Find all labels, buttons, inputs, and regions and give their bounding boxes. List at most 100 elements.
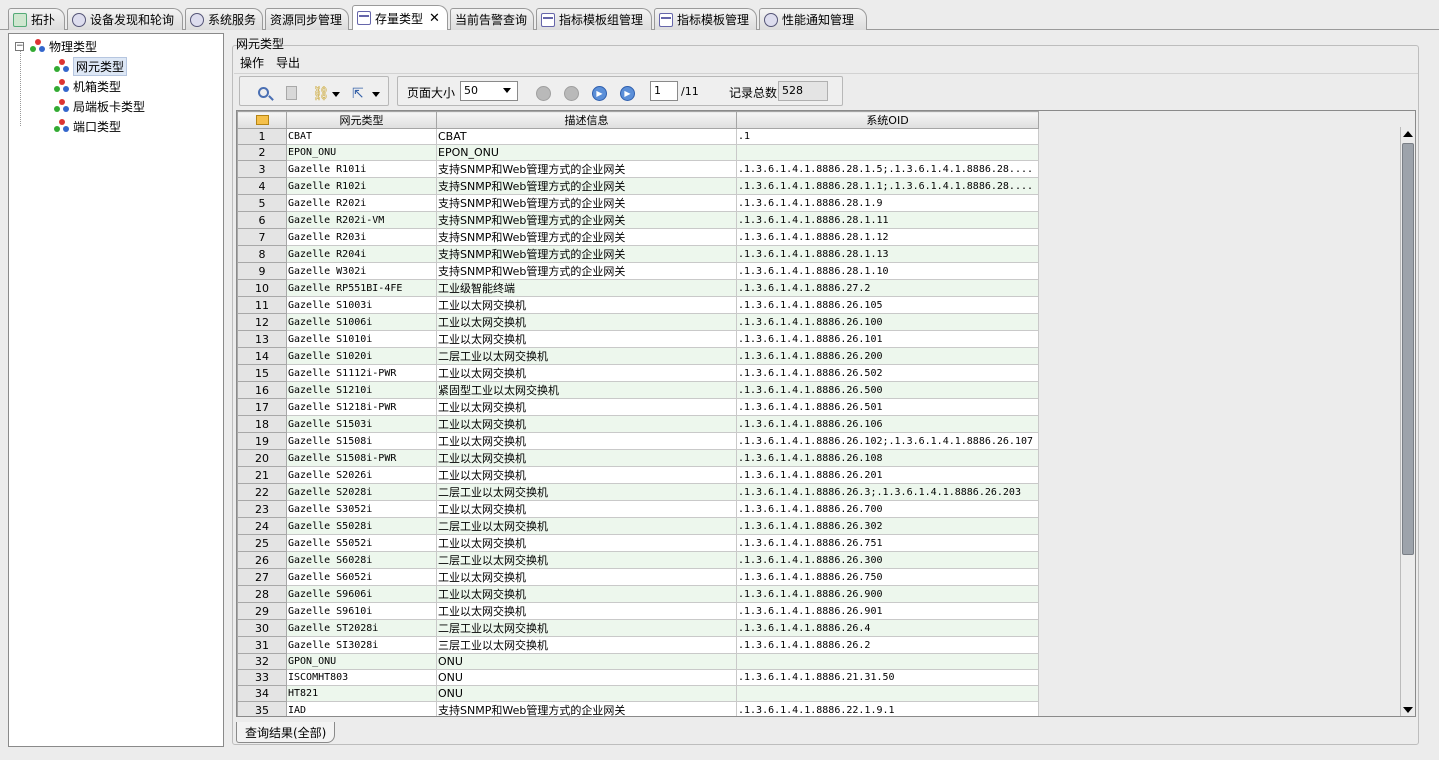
row-number: 24: [237, 517, 287, 535]
ne-type-table: 网元类型 描述信息 系统OID 1 CBAT CBAT .1 2 EPON_ONU EPON…: [236, 110, 1416, 717]
chevron-down-icon[interactable]: [372, 92, 380, 97]
table-row[interactable]: 23 Gazelle S3052i 工业以太网交换机 .1.3.6.1.4.1.888…: [237, 500, 1039, 518]
tree-node-ne-type[interactable]: 网元类型: [54, 56, 128, 76]
table-row[interactable]: 34 HT821 ONU: [237, 685, 1039, 702]
table-row[interactable]: 28 Gazelle S9606i 工业以太网交换机 .1.3.6.1.4.1.888…: [237, 585, 1039, 603]
query-results-tab[interactable]: 查询结果(全部): [236, 722, 336, 743]
table-row[interactable]: 31 Gazelle SI3028i 三层工业以太网交换机 .1.3.6.1.4.1.…: [237, 636, 1039, 654]
close-icon[interactable]: ✕: [429, 12, 440, 25]
row-number: 5: [237, 194, 287, 212]
scroll-thumb[interactable]: [1402, 143, 1414, 555]
tab-resource-sync[interactable]: 资源同步管理: [265, 8, 349, 30]
table-row[interactable]: 20 Gazelle S1508i-PWR 工业以太网交换机 .1.3.6.1.4.1…: [237, 449, 1039, 467]
column-header-ne-type[interactable]: 网元类型: [286, 111, 437, 129]
document-icon[interactable]: [286, 86, 297, 100]
table-row[interactable]: 35 IAD 支持SNMP和Web管理方式的企业网关 .1.3.6.1.4.1.888…: [237, 701, 1039, 716]
cell-ne-type: Gazelle S1006i: [286, 313, 437, 331]
row-number: 4: [237, 177, 287, 195]
menu-export[interactable]: 导出: [276, 54, 300, 71]
table-row[interactable]: 4 Gazelle R102i 支持SNMP和Web管理方式的企业网关 .1.3.6.…: [237, 177, 1039, 195]
table-row[interactable]: 32 GPON_ONU ONU: [237, 653, 1039, 670]
page-size-label: 页面大小: [407, 86, 456, 100]
cell-ne-type: Gazelle S2026i: [286, 466, 437, 484]
cell-ne-type: Gazelle S1003i: [286, 296, 437, 314]
tab-inventory-type[interactable]: 存量类型 ✕: [352, 5, 448, 30]
tree-node-port-type[interactable]: 端口类型: [54, 117, 121, 135]
cell-description: 工业以太网交换机: [436, 415, 737, 433]
cell-oid: .1.3.6.1.4.1.8886.28.1.1;.1.3.6.1.4.1.88…: [736, 177, 1039, 195]
table-row[interactable]: 6 Gazelle R202i-VM 支持SNMP和Web管理方式的企业网关 .1.3…: [237, 211, 1039, 229]
table-row[interactable]: 14 Gazelle S1020i 二层工业以太网交换机 .1.3.6.1.4.1.8…: [237, 347, 1039, 365]
table-row[interactable]: 3 Gazelle R101i 支持SNMP和Web管理方式的企业网关 .1.3.6.…: [237, 160, 1039, 178]
table-row[interactable]: 21 Gazelle S2026i 工业以太网交换机 .1.3.6.1.4.1.888…: [237, 466, 1039, 484]
chevron-down-icon[interactable]: [332, 92, 340, 97]
row-number: 18: [237, 415, 287, 433]
table-row[interactable]: 18 Gazelle S1503i 工业以太网交换机 .1.3.6.1.4.1.888…: [237, 415, 1039, 433]
tab-label: 拓扑: [31, 13, 56, 27]
menu-operate[interactable]: 操作: [240, 54, 264, 71]
tab-performance-notify[interactable]: 性能通知管理: [759, 8, 867, 30]
tab-device-discovery[interactable]: 设备发现和轮询: [67, 8, 183, 30]
tree-node-physical-type[interactable]: − 物理类型: [15, 37, 97, 55]
table-row[interactable]: 25 Gazelle S5052i 工业以太网交换机 .1.3.6.1.4.1.888…: [237, 534, 1039, 552]
toolbar-actions-group: ⛓ ⇱: [239, 76, 389, 106]
table-row[interactable]: 24 Gazelle S5028i 二层工业以太网交换机 .1.3.6.1.4.1.8…: [237, 517, 1039, 535]
tab-metric-template[interactable]: 指标模板管理: [654, 8, 757, 30]
menu-bar: 操作 导出: [234, 52, 1418, 72]
next-page-button[interactable]: ▶: [592, 86, 607, 101]
tab-topology[interactable]: 拓扑: [8, 8, 65, 30]
current-page-input[interactable]: 1: [650, 81, 678, 101]
tab-system-service[interactable]: 系统服务: [185, 8, 263, 30]
search-icon[interactable]: [258, 87, 269, 98]
cell-ne-type: Gazelle R203i: [286, 228, 437, 246]
row-number: 14: [237, 347, 287, 365]
tab-label: 系统服务: [208, 13, 257, 27]
row-number-header[interactable]: [237, 111, 287, 129]
table-row[interactable]: 16 Gazelle S1210i 紧固型工业以太网交换机 .1.3.6.1.4.1.…: [237, 381, 1039, 399]
table-row[interactable]: 27 Gazelle S6052i 工业以太网交换机 .1.3.6.1.4.1.888…: [237, 568, 1039, 586]
table-row[interactable]: 22 Gazelle S2028i 二层工业以太网交换机 .1.3.6.1.4.1.8…: [237, 483, 1039, 501]
cell-ne-type: Gazelle R204i: [286, 245, 437, 263]
tree-node-chassis-type[interactable]: 机箱类型: [54, 77, 121, 95]
table-row[interactable]: 29 Gazelle S9610i 工业以太网交换机 .1.3.6.1.4.1.888…: [237, 602, 1039, 620]
vertical-scrollbar[interactable]: [1400, 127, 1415, 716]
table-row[interactable]: 17 Gazelle S1218i-PWR 工业以太网交换机 .1.3.6.1.4.1…: [237, 398, 1039, 416]
row-number: 2: [237, 144, 287, 161]
tab-metric-template-group[interactable]: 指标模板组管理: [536, 8, 652, 30]
table-row[interactable]: 26 Gazelle S6028i 二层工业以太网交换机 .1.3.6.1.4.1.8…: [237, 551, 1039, 569]
scroll-up-icon[interactable]: [1403, 131, 1413, 137]
table-row[interactable]: 5 Gazelle R202i 支持SNMP和Web管理方式的企业网关 .1.3.6.…: [237, 194, 1039, 212]
table-row[interactable]: 8 Gazelle R204i 支持SNMP和Web管理方式的企业网关 .1.3.6.…: [237, 245, 1039, 263]
table-row[interactable]: 9 Gazelle W302i 支持SNMP和Web管理方式的企业网关 .1.3.6.…: [237, 262, 1039, 280]
export-icon[interactable]: ⇱: [352, 86, 368, 102]
row-number: 10: [237, 279, 287, 297]
collapse-icon[interactable]: −: [15, 41, 24, 51]
cell-oid: [736, 653, 1039, 670]
table-row[interactable]: 11 Gazelle S1003i 工业以太网交换机 .1.3.6.1.4.1.888…: [237, 296, 1039, 314]
table-row[interactable]: 2 EPON_ONU EPON_ONU: [237, 144, 1039, 161]
table-row[interactable]: 15 Gazelle S1112i-PWR 工业以太网交换机 .1.3.6.1.4.1…: [237, 364, 1039, 382]
table-row[interactable]: 13 Gazelle S1010i 工业以太网交换机 .1.3.6.1.4.1.888…: [237, 330, 1039, 348]
table-row[interactable]: 33 ISCOMHT803 ONU .1.3.6.1.4.1.8886.21.31.5…: [237, 669, 1039, 686]
table-row[interactable]: 19 Gazelle S1508i 工业以太网交换机 .1.3.6.1.4.1.888…: [237, 432, 1039, 450]
last-page-button[interactable]: ▶: [620, 86, 635, 101]
cell-oid: .1.3.6.1.4.1.8886.26.2: [736, 636, 1039, 654]
table-row[interactable]: 7 Gazelle R203i 支持SNMP和Web管理方式的企业网关 .1.3.6.…: [237, 228, 1039, 246]
prev-page-button[interactable]: [564, 86, 579, 101]
column-header-description[interactable]: 描述信息: [436, 111, 737, 129]
first-page-button[interactable]: [536, 86, 551, 101]
table-row[interactable]: 12 Gazelle S1006i 工业以太网交换机 .1.3.6.1.4.1.888…: [237, 313, 1039, 331]
tab-current-alarms[interactable]: 当前告警查询: [450, 8, 534, 30]
table-row[interactable]: 1 CBAT CBAT .1: [237, 128, 1039, 145]
column-header-oid[interactable]: 系统OID: [736, 111, 1039, 129]
link-icon[interactable]: ⛓: [312, 86, 330, 102]
table-row[interactable]: 10 Gazelle RP551BI-4FE 工业级智能终端 .1.3.6.1.4.1…: [237, 279, 1039, 297]
gear-icon: [190, 12, 204, 27]
tab-label: 存量类型: [375, 11, 424, 26]
row-number: 3: [237, 160, 287, 178]
tree-node-board-type[interactable]: 局端板卡类型: [54, 97, 145, 115]
page-size-select[interactable]: 50: [460, 81, 518, 101]
table-row[interactable]: 30 Gazelle ST2028i 二层工业以太网交换机 .1.3.6.1.4.1.…: [237, 619, 1039, 637]
scroll-down-icon[interactable]: [1403, 707, 1413, 713]
tree-node-label: 网元类型: [73, 56, 128, 76]
